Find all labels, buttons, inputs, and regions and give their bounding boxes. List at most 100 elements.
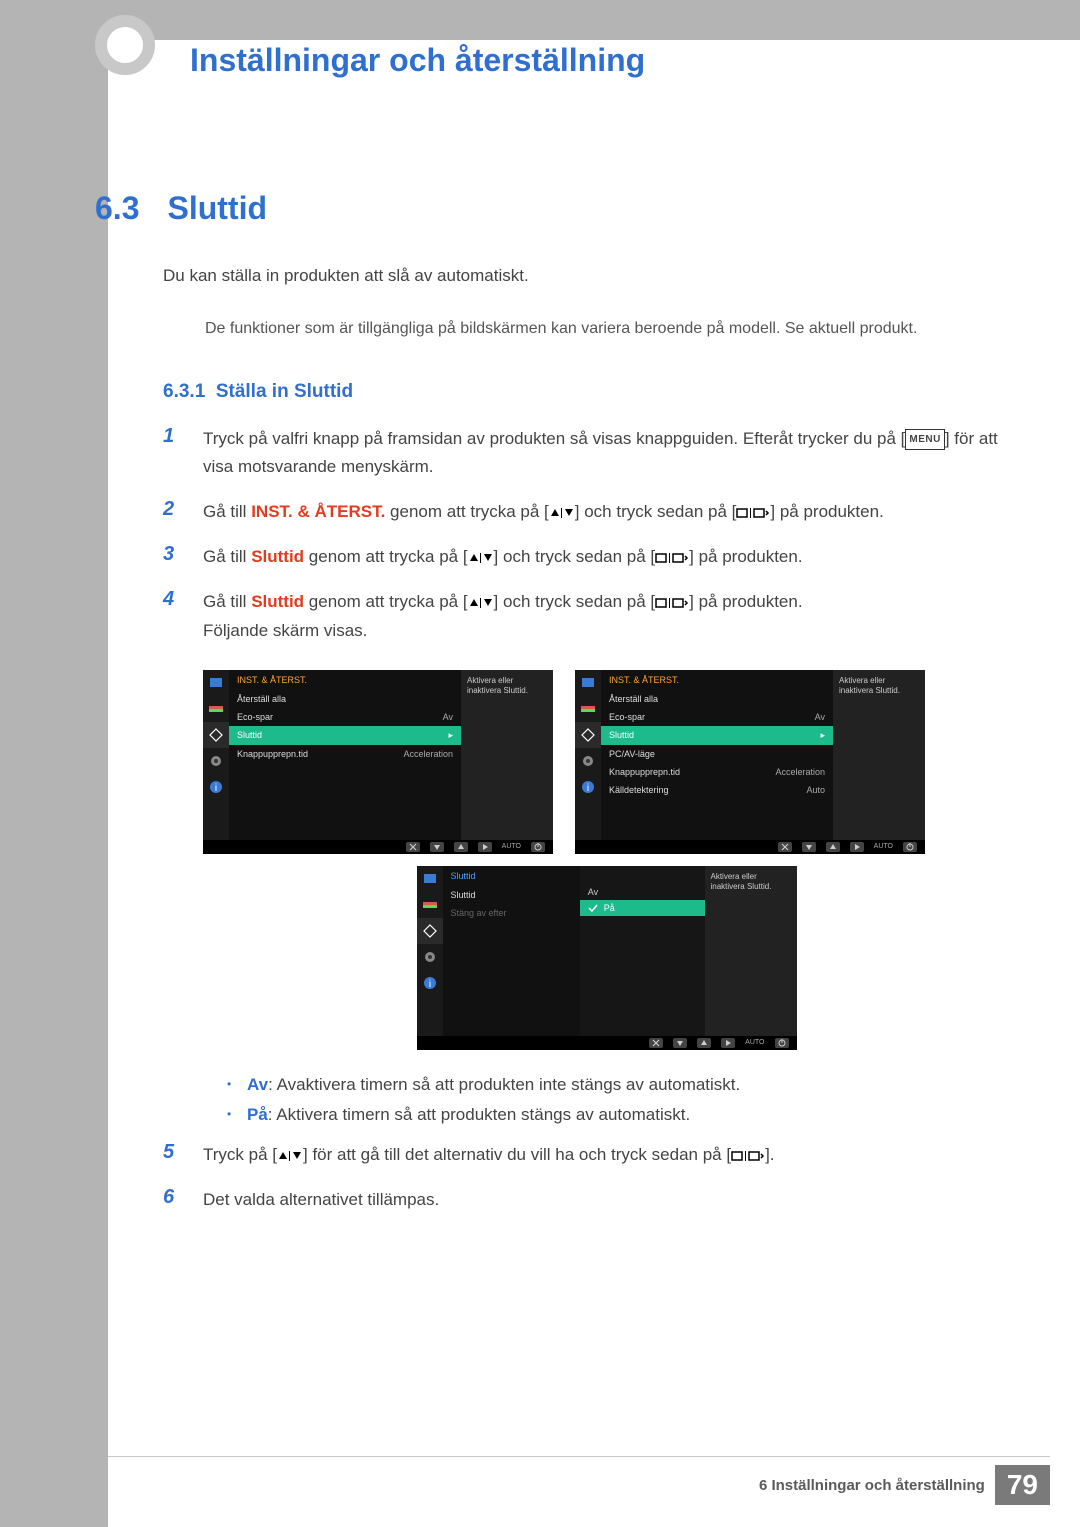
osd-panel-sluttid: i Sluttid Sluttid Stäng av efter Av [417, 866, 797, 1050]
top-bar [0, 0, 1080, 40]
osd-screenshots-row: i INST. & ÅTERST. Återställ allaEco-spar… [203, 670, 1010, 854]
step-body: Gå till Sluttid genom att trycka på [] o… [203, 543, 803, 572]
tab-size-pos-icon [417, 918, 443, 944]
footer: 6 Inställningar och återställning 79 [759, 1465, 1050, 1505]
close-icon [778, 842, 792, 852]
osd-menu-item: Återställ alla [229, 690, 461, 708]
osd-menu-item: KälldetekteringAuto [601, 781, 833, 799]
osd-menu-item: Återställ alla [601, 690, 833, 708]
osd-option-off: Av [580, 884, 705, 900]
footer-rule [108, 1456, 1050, 1457]
auto-label: AUTO [745, 1039, 764, 1046]
down-icon [673, 1038, 687, 1048]
tab-info-icon: i [417, 970, 443, 996]
tab-picture-icon [575, 670, 601, 696]
tab-setup-reset-icon [203, 748, 229, 774]
osd-help-text: Aktivera eller inaktivera Sluttid. [833, 670, 925, 840]
osd-menu-item: Eco-sparAv [229, 708, 461, 726]
tab-info-icon: i [203, 774, 229, 800]
osd-menu-item: Knappupprepn.tidAcceleration [229, 745, 461, 763]
step-number: 6 [163, 1186, 181, 1209]
osd-menu-item: Sluttid▸ [229, 726, 461, 745]
osd-tabs: i [203, 670, 229, 840]
step-number: 1 [163, 425, 181, 448]
intro-text: Du kan ställa in produkten att slå av au… [163, 263, 1010, 289]
osd-menu-item: Stäng av efter [443, 904, 580, 922]
bullet-on: På: Aktivera timern så att produkten stä… [227, 1100, 1010, 1131]
up-down-icon [549, 507, 575, 519]
bullet-list: Av: Avaktivera timern så att produkten i… [227, 1070, 1010, 1131]
checkmark-icon [588, 903, 598, 913]
up-down-icon [468, 552, 494, 564]
right-icon [850, 842, 864, 852]
tab-setup-reset-icon [575, 748, 601, 774]
osd-button-bar: AUTO [417, 1036, 797, 1050]
osd-help-text: Aktivera eller inaktivera Sluttid. [705, 866, 797, 1036]
up-down-icon [468, 597, 494, 609]
osd-menu: INST. & ÅTERST. Återställ allaEco-sparAv… [601, 670, 833, 840]
power-icon [531, 842, 545, 852]
tab-size-pos-icon [203, 722, 229, 748]
osd-menu-title: INST. & ÅTERST. [229, 670, 461, 690]
tab-color-icon [417, 892, 443, 918]
source-enter-icon [655, 552, 689, 564]
close-icon [406, 842, 420, 852]
close-icon [649, 1038, 663, 1048]
step-list-cont: 5 Tryck på [] för att gå till det altern… [163, 1141, 1010, 1215]
up-icon [826, 842, 840, 852]
step-body: Det valda alternativet tillämpas. [203, 1186, 439, 1215]
tab-picture-icon [203, 670, 229, 696]
right-icon [478, 842, 492, 852]
osd-menu: Sluttid Sluttid Stäng av efter [443, 866, 580, 1036]
svg-text:i: i [215, 783, 217, 794]
tab-info-icon: i [575, 774, 601, 800]
chapter-number-circle [95, 15, 155, 75]
osd-tabs: i [417, 866, 443, 1036]
chapter-title: Inställningar och återställning [190, 42, 645, 79]
power-icon [903, 842, 917, 852]
page-number: 79 [995, 1465, 1050, 1505]
osd-option-on: På [580, 900, 705, 916]
subsection-heading: 6.3.1 Ställa in Sluttid [163, 381, 1010, 403]
osd-help-text: Aktivera eller inaktivera Sluttid. [461, 670, 553, 840]
osd-panel-right: i INST. & ÅTERST. Återställ allaEco-spar… [575, 670, 925, 854]
bullet-off: Av: Avaktivera timern så att produkten i… [227, 1070, 1010, 1101]
svg-text:i: i [428, 979, 430, 990]
content-area: 6.3 Sluttid Du kan ställa in produkten a… [95, 190, 1010, 1231]
osd-options-column: Av På [580, 866, 705, 1036]
step-number: 3 [163, 543, 181, 566]
osd-menu-item: Knappupprepn.tidAcceleration [601, 763, 833, 781]
step-body: Gå till Sluttid genom att trycka på [] o… [203, 588, 803, 646]
left-bar [0, 40, 108, 1527]
step-body: Gå till INST. & ÅTERST. genom att trycka… [203, 498, 884, 527]
osd-menu-title: INST. & ÅTERST. [601, 670, 833, 690]
note-text: De funktioner som är tillgängliga på bil… [205, 317, 1010, 341]
source-enter-icon [655, 597, 689, 609]
osd-menu-item: Eco-sparAv [601, 708, 833, 726]
osd-button-bar: AUTO [575, 840, 925, 854]
osd-center-wrap: i Sluttid Sluttid Stäng av efter Av [203, 866, 1010, 1050]
step-number: 5 [163, 1141, 181, 1164]
tab-setup-reset-icon [417, 944, 443, 970]
svg-text:i: i [587, 783, 589, 794]
source-enter-icon [736, 507, 770, 519]
step-body: Tryck på [] för att gå till det alternat… [203, 1141, 775, 1170]
tab-color-icon [575, 696, 601, 722]
step-list: 1 Tryck på valfri knapp på framsidan av … [163, 425, 1010, 646]
osd-menu-title: Sluttid [443, 866, 580, 886]
up-icon [697, 1038, 711, 1048]
right-icon [721, 1038, 735, 1048]
osd-button-bar: AUTO [203, 840, 553, 854]
osd-menu-item: PC/AV-läge [601, 745, 833, 763]
osd-tabs: i [575, 670, 601, 840]
step-number: 2 [163, 498, 181, 521]
auto-label: AUTO [874, 843, 893, 850]
step-number: 4 [163, 588, 181, 611]
section-title: Sluttid [167, 190, 267, 227]
auto-label: AUTO [502, 843, 521, 850]
power-icon [775, 1038, 789, 1048]
osd-menu-item: Sluttid▸ [601, 726, 833, 745]
footer-chapter-ref: 6 Inställningar och återställning [759, 1477, 985, 1494]
osd-menu: INST. & ÅTERST. Återställ allaEco-sparAv… [229, 670, 461, 840]
up-icon [454, 842, 468, 852]
